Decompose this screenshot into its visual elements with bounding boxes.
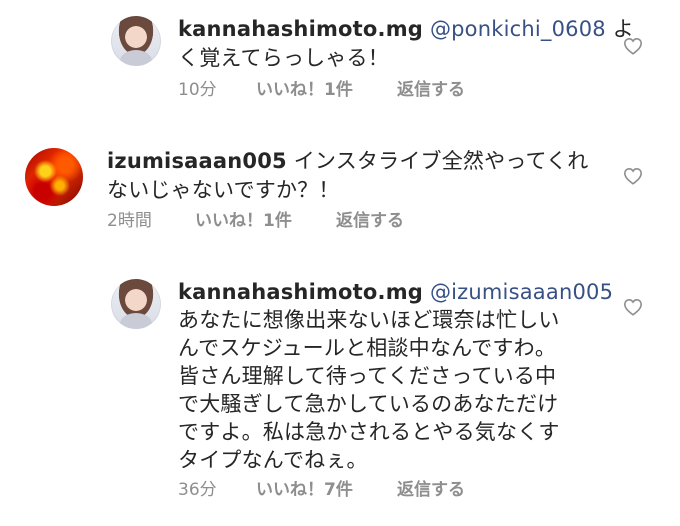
comment-username[interactable]: kannahashimoto.mg — [178, 280, 423, 304]
comment-text: タイプなんでねぇ。 — [178, 448, 368, 472]
like-heart-icon[interactable] — [623, 167, 643, 185]
kannahashimoto-avatar[interactable] — [111, 279, 161, 329]
comment-text: 皆さん理解して待ってくださっている中 — [178, 364, 557, 388]
comment-time: 10分 — [178, 80, 217, 100]
comment-text: ないじゃないですか？！ — [107, 178, 340, 202]
comment-text-line: あなたに想像出来ないほど環奈は忙しい — [178, 306, 560, 334]
heart-outline-icon — [623, 37, 643, 55]
comment-text-line: ないじゃないですか？！ — [107, 176, 340, 204]
comment-mention[interactable]: @ponkichi_0608 — [430, 17, 606, 41]
comment-text-line: んでスケジュールと相談中なんですわ。 — [178, 334, 556, 362]
comment-meta: 10分 いいね！1件 返信する — [178, 79, 538, 101]
comment-text: ですよ。私は急かされるとやる気なくす — [178, 420, 560, 444]
comment-text: インスタライブ全然やってくれ — [286, 149, 589, 173]
comment-text-line: 皆さん理解して待ってくださっている中 — [178, 362, 556, 390]
comment-time: 36分 — [178, 480, 217, 500]
comment-likes-link[interactable]: いいね！1件 — [195, 210, 292, 232]
comment-username[interactable]: kannahashimoto.mg — [178, 17, 423, 41]
comment-text: んでスケジュールと相談中なんですわ。 — [178, 336, 557, 360]
heart-outline-icon — [623, 298, 643, 316]
comment-text: あなたに想像出来ないほど環奈は忙しい — [178, 308, 560, 332]
comment-reply-button[interactable]: 返信する — [397, 479, 465, 501]
comment-reply-button[interactable]: 返信する — [336, 210, 404, 232]
comment-likes-link[interactable]: いいね！1件 — [256, 79, 353, 101]
izumisaaan005-avatar[interactable] — [25, 148, 83, 206]
comment-text-line: kannahashimoto.mg @ponkichi_0608 よ — [178, 15, 634, 43]
comment-username[interactable]: izumisaaan005 — [107, 149, 287, 173]
comment-likes-link[interactable]: いいね！7件 — [256, 479, 353, 501]
comment-time: 2時間 — [107, 211, 152, 231]
comment-meta: 2時間 いいね！1件 返信する — [107, 210, 467, 232]
comment-text-line: ですよ。私は急かされるとやる気なくす — [178, 418, 560, 446]
comment-text-line: タイプなんでねぇ。 — [178, 446, 368, 474]
like-heart-icon[interactable] — [623, 37, 643, 55]
comment-text: く覚えてらっしゃる！ — [178, 46, 389, 70]
comment-meta: 36分 いいね！7件 返信する — [178, 479, 538, 501]
comment-text-line: で大騒ぎして急かしているのあなただけ — [178, 390, 558, 418]
like-heart-icon[interactable] — [623, 298, 643, 316]
comment-reply-button[interactable]: 返信する — [397, 79, 465, 101]
heart-outline-icon — [623, 167, 643, 185]
comment-text-line: kannahashimoto.mg @izumisaaan005 — [178, 278, 613, 306]
comment-text: で大騒ぎして急かしているのあなただけ — [178, 392, 559, 416]
comment-text-line: く覚えてらっしゃる！ — [178, 44, 389, 72]
kannahashimoto-avatar[interactable] — [111, 16, 161, 66]
comment-text-line: izumisaaan005 インスタライブ全然やってくれ — [107, 147, 588, 175]
comment-mention[interactable]: @izumisaaan005 — [430, 280, 613, 304]
